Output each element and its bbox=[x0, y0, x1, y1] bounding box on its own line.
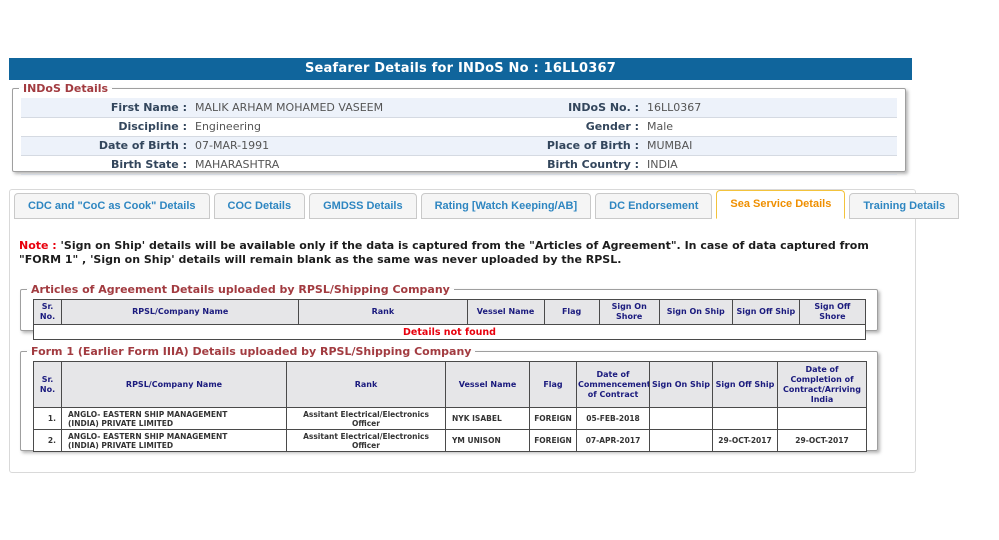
indos-row-2: Discipline : Engineering Gender : Male bbox=[21, 117, 897, 137]
col-flag: Flag bbox=[529, 361, 577, 408]
tab-label: Training Details bbox=[863, 200, 946, 212]
birth-country-value: INDIA bbox=[643, 155, 897, 175]
gender-label: Gender : bbox=[463, 117, 643, 137]
rank-cell: Assitant Electrical/Electronics Officer bbox=[286, 429, 446, 452]
first-name-label: First Name : bbox=[21, 98, 191, 118]
discipline-label: Discipline : bbox=[21, 117, 191, 137]
col-rpsl-company-name: RPSL/Company Name bbox=[61, 299, 300, 325]
articles-of-agreement-fieldset: Articles of Agreement Details uploaded b… bbox=[20, 283, 878, 340]
form1-fieldset: Form 1 (Earlier Form IIIA) Details uploa… bbox=[20, 345, 878, 452]
company-name-cell: ANGLO- EASTERN SHIP MANAGEMENT (INDIA) P… bbox=[61, 407, 287, 430]
company-name-cell: ANGLO- EASTERN SHIP MANAGEMENT (INDIA) P… bbox=[61, 429, 287, 452]
tab-bar: CDC and "CoC as Cook" Details COC Detail… bbox=[9, 189, 960, 219]
details-not-found-message: Details not found bbox=[33, 324, 866, 340]
col-sign-on-shore: Sign On Shore bbox=[598, 299, 660, 325]
completion-date-cell bbox=[777, 407, 867, 430]
tab-coc-details[interactable]: COC Details bbox=[213, 193, 306, 219]
sr-no-cell: 1. bbox=[33, 407, 62, 430]
indos-details-legend: INDoS Details bbox=[23, 82, 109, 95]
col-rpsl-company-name: RPSL/Company Name bbox=[61, 361, 287, 408]
tab-cdc-coc-cook-details[interactable]: CDC and "CoC as Cook" Details bbox=[14, 193, 210, 219]
sr-no-cell: 2. bbox=[33, 429, 62, 452]
place-of-birth-value: MUMBAI bbox=[643, 136, 897, 156]
dob-label: Date of Birth : bbox=[21, 136, 191, 156]
col-sign-off-ship: Sign Off Ship bbox=[712, 361, 778, 408]
indos-row-3: Date of Birth : 07-MAR-1991 Place of Bir… bbox=[21, 136, 897, 156]
indos-no-label: INDoS No. : bbox=[463, 98, 643, 118]
commencement-date-cell: 05-FEB-2018 bbox=[576, 407, 650, 430]
vessel-name-cell: YM UNISON bbox=[445, 429, 530, 452]
rank-cell: Assitant Electrical/Electronics Officer bbox=[286, 407, 446, 430]
col-date-commencement: Date of Commencement of Contract bbox=[576, 361, 650, 408]
col-date-completion: Date of Completion of Contract/Arriving … bbox=[777, 361, 867, 408]
col-sign-off-ship: Sign Off Ship bbox=[731, 299, 800, 325]
commencement-date-cell: 07-APR-2017 bbox=[576, 429, 650, 452]
articles-of-agreement-table: Sr. No. RPSL/Company Name Rank Vessel Na… bbox=[32, 299, 867, 340]
tab-training-details[interactable]: Training Details bbox=[849, 193, 960, 219]
col-sign-off-shore: Sign Off Shore bbox=[798, 299, 867, 325]
sign-off-ship-cell bbox=[712, 407, 778, 430]
col-vessel-name: Vessel Name bbox=[445, 361, 530, 408]
indos-no-value: 16LL0367 bbox=[643, 98, 897, 118]
indos-details-table: First Name : MALIK ARHAM MOHAMED VASEEM … bbox=[21, 98, 897, 175]
tab-label: CDC and "CoC as Cook" Details bbox=[28, 200, 196, 212]
col-rank: Rank bbox=[298, 299, 468, 325]
form1-row-1: 1. ANGLO- EASTERN SHIP MANAGEMENT (INDIA… bbox=[33, 407, 867, 430]
tab-sea-service-details[interactable]: Sea Service Details bbox=[716, 190, 846, 219]
form1-row-2: 2. ANGLO- EASTERN SHIP MANAGEMENT (INDIA… bbox=[33, 429, 867, 452]
tab-rating-watch-keeping[interactable]: Rating [Watch Keeping/AB] bbox=[420, 193, 592, 219]
tab-label: Sea Service Details bbox=[730, 198, 832, 210]
form1-table: Sr. No. RPSL/Company Name Rank Vessel Na… bbox=[33, 361, 867, 452]
col-sign-on-ship: Sign On Ship bbox=[649, 361, 713, 408]
birth-state-label: Birth State : bbox=[21, 155, 191, 175]
birth-state-value: MAHARASHTRA bbox=[191, 155, 463, 175]
page-title: Seafarer Details for INDoS No : 16LL0367 bbox=[9, 58, 912, 80]
tab-label: COC Details bbox=[227, 200, 292, 212]
sign-on-ship-cell bbox=[649, 429, 713, 452]
vessel-name-cell: NYK ISABEL bbox=[445, 407, 530, 430]
completion-date-cell: 29-OCT-2017 bbox=[777, 429, 867, 452]
articles-empty-row: Details not found bbox=[33, 324, 866, 340]
tab-dc-endorsement[interactable]: DC Endorsement bbox=[595, 193, 713, 219]
col-vessel-name: Vessel Name bbox=[466, 299, 545, 325]
sign-on-ship-cell bbox=[649, 407, 713, 430]
first-name-value: MALIK ARHAM MOHAMED VASEEM bbox=[191, 98, 463, 118]
birth-country-label: Birth Country : bbox=[463, 155, 643, 175]
sign-on-ship-note: Note : 'Sign on Ship' details will be av… bbox=[19, 239, 887, 267]
indos-row-1: First Name : MALIK ARHAM MOHAMED VASEEM … bbox=[21, 98, 897, 118]
form1-legend: Form 1 (Earlier Form IIIA) Details uploa… bbox=[31, 345, 472, 358]
tab-label: DC Endorsement bbox=[609, 200, 699, 212]
tab-label: GMDSS Details bbox=[323, 200, 403, 212]
sign-off-ship-cell: 29-OCT-2017 bbox=[712, 429, 778, 452]
articles-of-agreement-legend: Articles of Agreement Details uploaded b… bbox=[31, 283, 450, 296]
note-prefix: Note : bbox=[19, 239, 57, 252]
form1-header-row: Sr. No. RPSL/Company Name Rank Vessel Na… bbox=[33, 361, 867, 408]
discipline-value: Engineering bbox=[191, 117, 463, 137]
col-sr-no: Sr. No. bbox=[33, 361, 62, 408]
place-of-birth-label: Place of Birth : bbox=[463, 136, 643, 156]
gender-value: Male bbox=[643, 117, 897, 137]
col-flag: Flag bbox=[543, 299, 600, 325]
articles-header-row: Sr. No. RPSL/Company Name Rank Vessel Na… bbox=[32, 299, 867, 325]
indos-row-4: Birth State : MAHARASHTRA Birth Country … bbox=[21, 155, 897, 175]
seafarer-details-page: Seafarer Details for INDoS No : 16LL0367… bbox=[0, 0, 999, 540]
tab-gmdss-details[interactable]: GMDSS Details bbox=[309, 193, 417, 219]
col-sr-no: Sr. No. bbox=[32, 299, 63, 325]
col-rank: Rank bbox=[286, 361, 446, 408]
dob-value: 07-MAR-1991 bbox=[191, 136, 463, 156]
tab-label: Rating [Watch Keeping/AB] bbox=[434, 200, 578, 212]
col-sign-on-ship: Sign On Ship bbox=[658, 299, 733, 325]
indos-details-fieldset: INDoS Details First Name : MALIK ARHAM M… bbox=[12, 82, 906, 175]
note-body: 'Sign on Ship' details will be available… bbox=[19, 239, 869, 266]
flag-cell: FOREIGN bbox=[529, 407, 577, 430]
flag-cell: FOREIGN bbox=[529, 429, 577, 452]
